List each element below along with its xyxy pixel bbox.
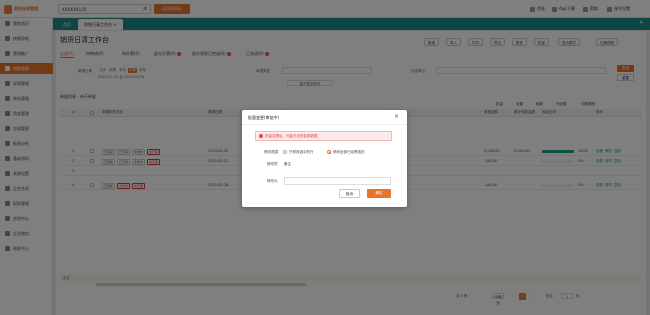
radio-all-filtered[interactable] (327, 150, 331, 154)
radio-selected-rows-label[interactable]: 只修改选中的行 (289, 150, 314, 155)
divider (242, 124, 407, 125)
confirm-button[interactable]: 确定 (367, 189, 391, 198)
field-label: 修改项 (267, 162, 278, 166)
batch-change-dialog: 批量变更(审批中) × ! 批量变更后，可能无法恢复原数据 修改范围 只修改选中… (242, 110, 407, 207)
warning-alert: ! 批量变更后，可能无法恢复原数据 (255, 131, 392, 141)
value-label: 修改为 (267, 179, 278, 183)
warning-icon: ! (259, 134, 263, 138)
radio-selected-rows[interactable] (283, 150, 287, 154)
cancel-button[interactable]: 取消 (339, 189, 360, 198)
close-icon[interactable]: × (394, 113, 399, 120)
mode-label: 修改范围 (264, 150, 278, 154)
value-input[interactable] (284, 177, 391, 185)
dialog-title: 批量变更(审批中) (248, 115, 280, 120)
field-select[interactable]: 备注 (284, 162, 291, 167)
radio-all-filtered-label[interactable]: 修改全部已经筛选的 (333, 150, 365, 155)
